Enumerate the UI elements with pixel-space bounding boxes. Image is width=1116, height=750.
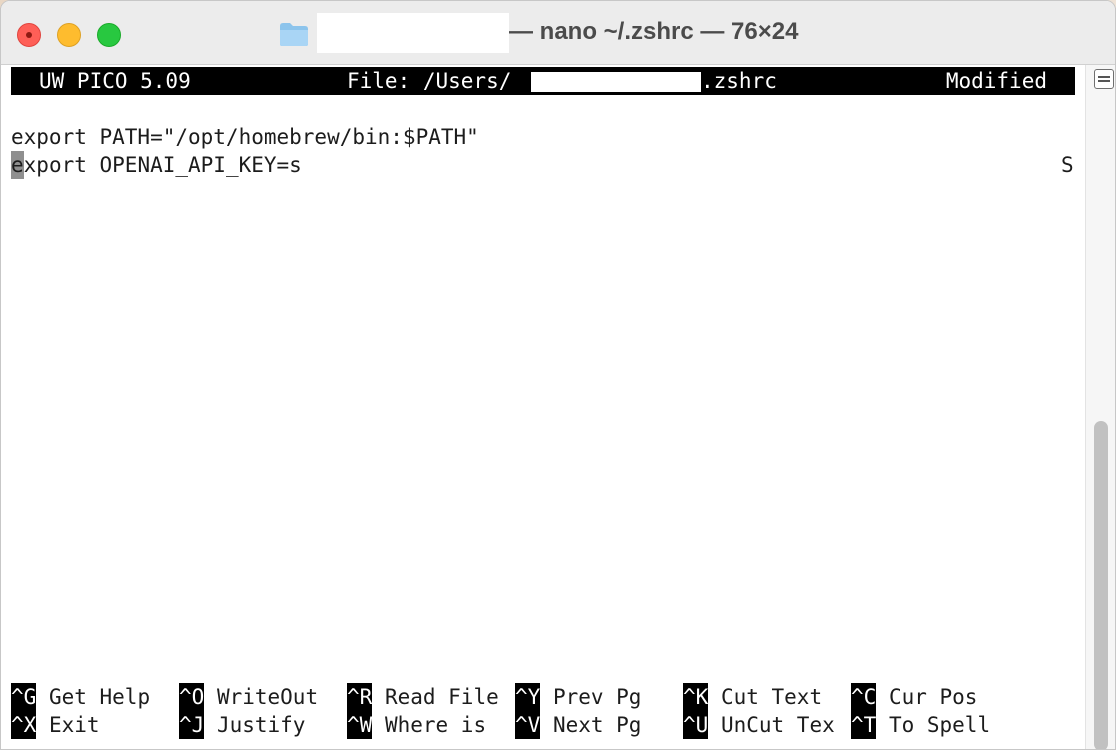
shortcut-writeout[interactable]: ^O WriteOut [179, 683, 318, 711]
shortcut-justify[interactable]: ^J Justify [179, 711, 305, 739]
shortcut-bar: ^G Get Help ^O WriteOut ^R Read File ^Y … [11, 683, 1081, 739]
shortcut-to-spell[interactable]: ^T To Spell [851, 711, 990, 739]
shortcut-prev-page[interactable]: ^Y Prev Pg [515, 683, 641, 711]
scrollbar-thumb[interactable] [1094, 421, 1108, 749]
terminal-window: — nano ~/.zshrc — 76×24 UW PICO 5.09 Fil… [0, 0, 1116, 750]
close-icon[interactable] [17, 23, 41, 47]
shortcut-cut-text[interactable]: ^K Cut Text [683, 683, 822, 711]
editor-line-2[interactable]: export OPENAI_API_KEY=s [11, 151, 302, 179]
redacted-title-segment [317, 13, 509, 53]
editor-line-1[interactable]: export PATH="/opt/homebrew/bin:$PATH" [11, 123, 479, 151]
text-cursor: e [11, 151, 24, 179]
shortcut-uncut-text[interactable]: ^U UnCut Tex [683, 711, 835, 739]
scroll-toggle-icon[interactable] [1094, 69, 1114, 89]
editor-line-2-text: xport OPENAI_API_KEY=s [23, 153, 302, 177]
redacted-username [531, 72, 701, 92]
editor-app-name: UW PICO 5.09 [39, 69, 191, 93]
minimize-icon[interactable] [57, 23, 81, 47]
shortcut-cur-pos[interactable]: ^C Cur Pos [851, 683, 977, 711]
shortcut-get-help[interactable]: ^G Get Help [11, 683, 150, 711]
shortcut-exit[interactable]: ^X Exit [11, 711, 100, 739]
title-bar[interactable]: — nano ~/.zshrc — 76×24 [1, 1, 1115, 65]
truncated-edge-char: S [1061, 153, 1074, 177]
file-name-suffix: .zshrc [701, 69, 777, 93]
modified-indicator: Modified [945, 69, 1047, 93]
shortcut-read-file[interactable]: ^R Read File [347, 683, 499, 711]
terminal-content[interactable]: UW PICO 5.09 File: /Users/ .zshrc Modifi… [1, 65, 1085, 749]
maximize-icon[interactable] [97, 23, 121, 47]
editor-status-bar: UW PICO 5.09 File: /Users/ .zshrc Modifi… [11, 67, 1075, 95]
shortcut-next-page[interactable]: ^V Next Pg [515, 711, 641, 739]
window-title: — nano ~/.zshrc — 76×24 [509, 18, 799, 45]
folder-icon [280, 23, 308, 46]
shortcut-where-is[interactable]: ^W Where is [347, 711, 486, 739]
vertical-scrollbar[interactable] [1085, 65, 1115, 749]
file-path-prefix: File: /Users/ [347, 69, 512, 93]
